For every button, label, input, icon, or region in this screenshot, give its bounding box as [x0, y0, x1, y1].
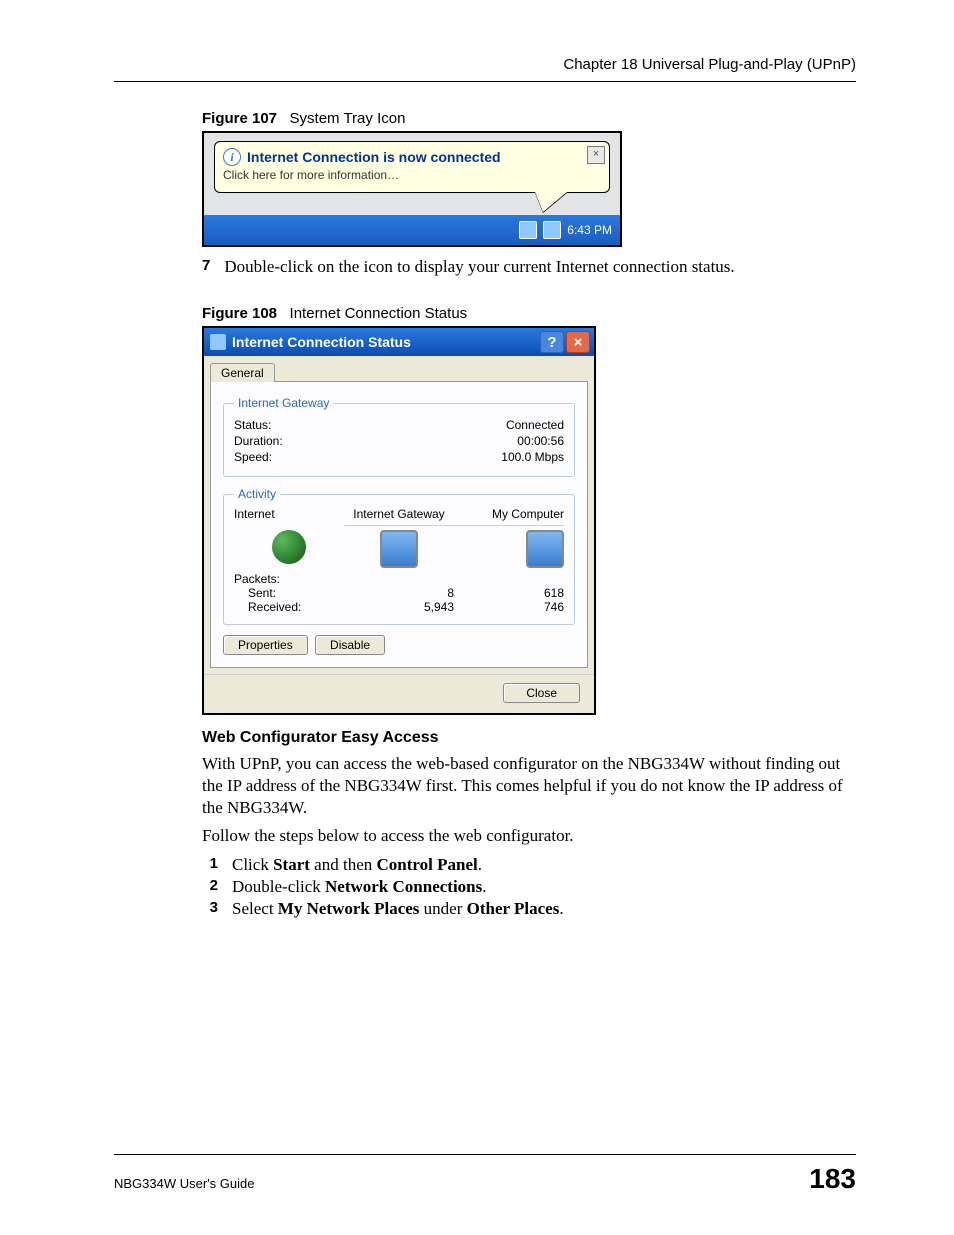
received-gateway-value: 5,943	[344, 600, 454, 614]
figure-107-number: Figure 107	[202, 110, 277, 127]
status-label: Status:	[234, 418, 271, 432]
step-1-text-c: and then	[310, 855, 377, 874]
sent-gateway-value: 8	[344, 586, 454, 600]
activity-line-left	[344, 525, 454, 526]
tab-general[interactable]: General	[210, 363, 275, 382]
step-3-number: 3	[202, 899, 218, 919]
activity-line-right	[454, 525, 564, 526]
dialog-button-row: Properties Disable	[223, 635, 575, 655]
balloon-close-button[interactable]: ×	[587, 146, 605, 164]
sent-computer-value: 618	[454, 586, 564, 600]
steps-list: 1 Click Start and then Control Panel. 2 …	[202, 855, 856, 919]
tab-panel-general: Internet Gateway Status: Connected Durat…	[210, 381, 588, 668]
footer-page-number: 183	[809, 1163, 856, 1195]
step-2-text-a: Double-click	[232, 877, 325, 896]
tab-row: General	[204, 356, 594, 381]
figure-108-title: Internet Connection Status	[290, 305, 468, 322]
dialog-footer: Close	[204, 674, 594, 713]
computer-monitor-icon	[526, 530, 564, 568]
tray-network-icon[interactable]	[519, 221, 537, 239]
step-7: 7 Double-click on the icon to display yo…	[202, 257, 856, 277]
disable-button[interactable]: Disable	[315, 635, 385, 655]
balloon-tail	[535, 192, 567, 212]
step-3: 3 Select My Network Places under Other P…	[202, 899, 856, 919]
activity-col-internet: Internet	[234, 507, 344, 521]
tray-network-icon-2[interactable]	[543, 221, 561, 239]
gateway-monitor-icon	[380, 530, 418, 568]
activity-col-gateway: Internet Gateway	[344, 507, 454, 521]
help-button[interactable]: ?	[540, 331, 564, 353]
chapter-title: Chapter 18 Universal Plug-and-Play (UPnP…	[563, 56, 856, 73]
globe-icon	[272, 530, 306, 564]
close-dialog-button[interactable]: Close	[503, 683, 580, 703]
figure-107-caption: Figure 107 System Tray Icon	[202, 110, 856, 127]
step-1-text-e: .	[478, 855, 482, 874]
duration-label: Duration:	[234, 434, 283, 448]
speed-label: Speed:	[234, 450, 272, 464]
step-3-bold-my-network-places: My Network Places	[278, 899, 420, 918]
step-2: 2 Double-click Network Connections.	[202, 877, 856, 897]
footer-guide-name: NBG334W User's Guide	[114, 1176, 254, 1191]
step-3-text-a: Select	[232, 899, 278, 918]
step-7-number: 7	[202, 257, 210, 277]
balloon-subtext: Click here for more information…	[223, 168, 583, 182]
connection-status-dialog: Internet Connection Status ? × General I…	[202, 326, 596, 715]
step-1-bold-start: Start	[273, 855, 310, 874]
balloon-title-text: Internet Connection is now connected	[247, 149, 501, 165]
speed-value: 100.0 Mbps	[501, 450, 564, 464]
taskbar-clock: 6:43 PM	[567, 223, 612, 237]
step-3-bold-other-places: Other Places	[467, 899, 560, 918]
status-value: Connected	[506, 418, 564, 432]
figure-108-number: Figure 108	[202, 305, 277, 322]
duration-value: 00:00:56	[517, 434, 564, 448]
step-2-text-c: .	[482, 877, 486, 896]
info-icon: i	[223, 148, 241, 166]
paragraph-2: Follow the steps below to access the web…	[202, 825, 856, 847]
group-activity: Activity Internet Internet Gateway My Co…	[223, 487, 575, 625]
dialog-titlebar[interactable]: Internet Connection Status ? ×	[204, 328, 594, 356]
taskbar: 6:43 PM	[204, 215, 620, 245]
page-footer: NBG334W User's Guide 183	[114, 1154, 856, 1195]
figure-107-title: System Tray Icon	[290, 110, 406, 127]
figure-108-caption: Figure 108 Internet Connection Status	[202, 305, 856, 322]
activity-col-computer: My Computer	[454, 507, 564, 521]
step-1-bold-control-panel: Control Panel	[377, 855, 478, 874]
dialog-title: Internet Connection Status	[232, 334, 411, 350]
group-internet-gateway: Internet Gateway Status: Connected Durat…	[223, 396, 575, 477]
figure-107: × i Internet Connection is now connected…	[202, 131, 622, 247]
paragraph-1: With UPnP, you can access the web-based …	[202, 753, 856, 819]
step-1: 1 Click Start and then Control Panel.	[202, 855, 856, 875]
step-1-number: 1	[202, 855, 218, 875]
step-2-number: 2	[202, 877, 218, 897]
dialog-icon	[210, 334, 226, 350]
group-internet-gateway-legend: Internet Gateway	[234, 396, 333, 410]
step-3-text-c: under	[419, 899, 466, 918]
group-activity-legend: Activity	[234, 487, 280, 501]
received-label: Received:	[234, 600, 344, 614]
step-3-text-e: .	[559, 899, 563, 918]
sent-label: Sent:	[234, 586, 344, 600]
section-subheading: Web Configurator Easy Access	[202, 729, 856, 747]
close-button[interactable]: ×	[566, 331, 590, 353]
step-1-text-a: Click	[232, 855, 273, 874]
step-7-text: Double-click on the icon to display your…	[224, 257, 734, 277]
page-header: Chapter 18 Universal Plug-and-Play (UPnP…	[114, 56, 856, 82]
received-computer-value: 746	[454, 600, 564, 614]
packets-label: Packets:	[234, 572, 344, 586]
notification-balloon[interactable]: × i Internet Connection is now connected…	[214, 141, 610, 193]
step-2-bold-network-connections: Network Connections	[325, 877, 482, 896]
properties-button[interactable]: Properties	[223, 635, 308, 655]
